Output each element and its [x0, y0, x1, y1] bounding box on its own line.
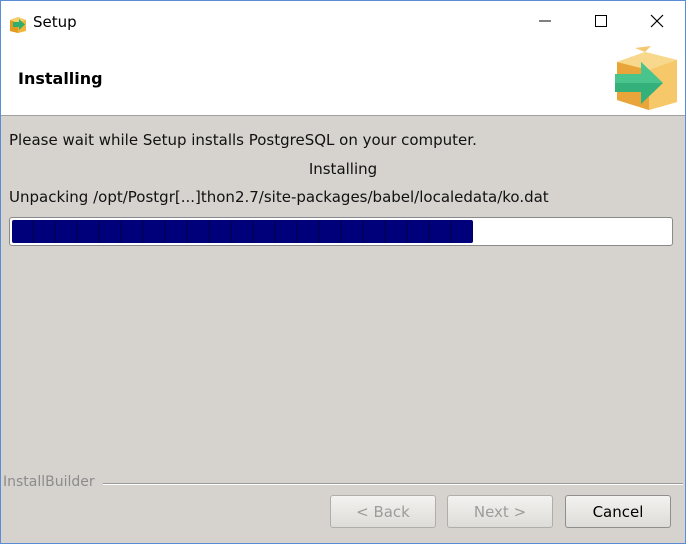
- install-detail: Unpacking /opt/Postgr[...]thon2.7/site-p…: [9, 188, 549, 206]
- title-bar[interactable]: Setup: [1, 1, 685, 43]
- minimize-icon: [538, 13, 552, 32]
- install-status: Installing: [308, 160, 378, 178]
- minimize-button[interactable]: [517, 1, 573, 43]
- back-button[interactable]: < Back: [330, 495, 436, 528]
- cancel-button[interactable]: Cancel: [565, 495, 671, 528]
- install-progress-bar: [9, 217, 673, 246]
- footer-divider: [103, 483, 683, 485]
- page-title: Installing: [18, 69, 103, 88]
- next-button[interactable]: Next >: [447, 495, 553, 528]
- progress-track: [12, 220, 670, 243]
- install-message: Please wait while Setup installs Postgre…: [9, 131, 477, 149]
- setup-window: Setup Installing Please wait while Setup…: [0, 0, 686, 544]
- maximize-icon: [594, 13, 608, 32]
- setup-app-icon: [7, 12, 29, 34]
- installbuilder-label: InstallBuilder: [3, 474, 95, 490]
- close-button[interactable]: [629, 1, 685, 43]
- close-icon: [650, 13, 664, 32]
- progress-fill: [12, 220, 473, 243]
- window-title: Setup: [33, 13, 77, 31]
- box-arrow-icon: [611, 46, 681, 112]
- maximize-button[interactable]: [573, 1, 629, 43]
- wizard-header: Installing: [1, 43, 685, 116]
